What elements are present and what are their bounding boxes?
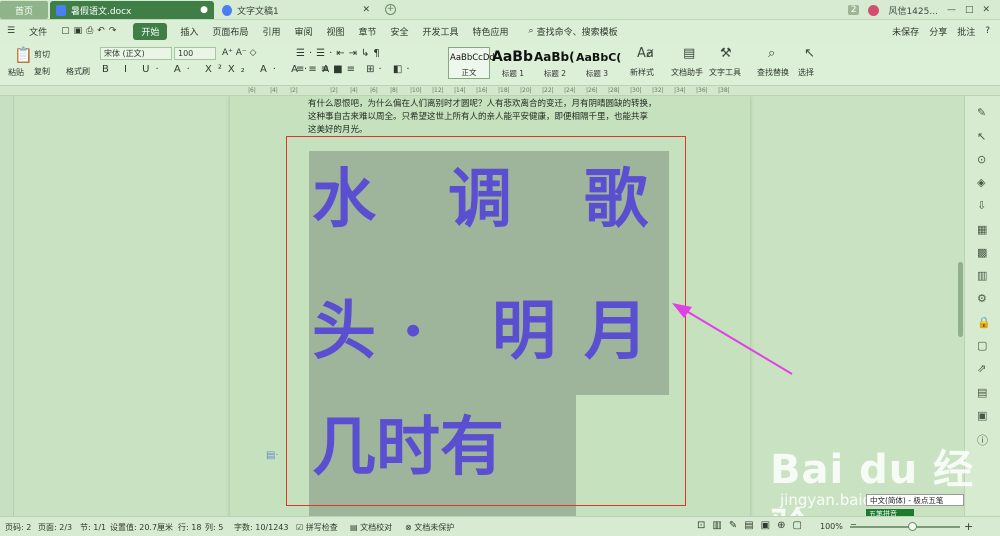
status-word-count[interactable]: 字数: 10/1243	[234, 522, 288, 533]
view-mode-icons[interactable]: ⊡▥✎▤▣⊕▢	[697, 520, 809, 531]
proofread-label: 文档校对	[360, 523, 393, 532]
location-icon[interactable]: ⊙	[977, 153, 986, 166]
zoom-in-button[interactable]: +	[964, 520, 973, 533]
zoom-slider[interactable]	[850, 526, 960, 528]
status-pages[interactable]: 页面: 2/3	[38, 522, 72, 533]
ime-indicator[interactable]: 中文(简体) - 极点五笔	[866, 494, 964, 506]
protect-button[interactable]: ⊗ 文档未保护	[405, 522, 454, 533]
status-col[interactable]: 列: 5	[205, 522, 223, 533]
protect-label: 文档未保护	[414, 523, 455, 532]
proofread-button[interactable]: ▤ 文档校对	[350, 522, 392, 533]
zoom-level[interactable]: 100%	[820, 522, 843, 531]
export-icon[interactable]: ⇩	[977, 199, 986, 212]
box-icon[interactable]: ▤	[977, 386, 987, 399]
lock-icon[interactable]: 🔒	[977, 316, 991, 329]
status-row[interactable]: 行: 18	[178, 522, 201, 533]
spell-check-label: 拼写检查	[305, 523, 338, 532]
vertical-scrollbar[interactable]	[958, 262, 963, 337]
grid-icon[interactable]: ▩	[977, 246, 987, 259]
spell-check-button[interactable]: ☑ 拼写检查	[296, 522, 338, 533]
pen-icon[interactable]: ✎	[977, 106, 986, 119]
image-icon[interactable]: ▣	[977, 409, 987, 422]
status-setting[interactable]: 设置值: 20.7厘米	[110, 522, 173, 533]
zoom-slider-thumb[interactable]	[908, 522, 917, 531]
ppt-icon[interactable]: ▢	[977, 339, 987, 352]
shape-icon[interactable]: ◈	[977, 176, 985, 189]
status-section[interactable]: 节: 1/1	[80, 522, 106, 533]
share-out-icon[interactable]: ⇗	[977, 362, 986, 375]
status-bar: 页码: 2 页面: 2/3 节: 1/1 设置值: 20.7厘米 行: 18 列…	[0, 516, 1000, 536]
status-page[interactable]: 页码: 2	[5, 522, 31, 533]
table-icon[interactable]: ▦	[977, 223, 987, 236]
chart-icon[interactable]: ▥	[977, 269, 987, 282]
cursor-icon[interactable]: ↖	[977, 130, 986, 143]
sliders-icon[interactable]: ⚙	[977, 292, 987, 305]
